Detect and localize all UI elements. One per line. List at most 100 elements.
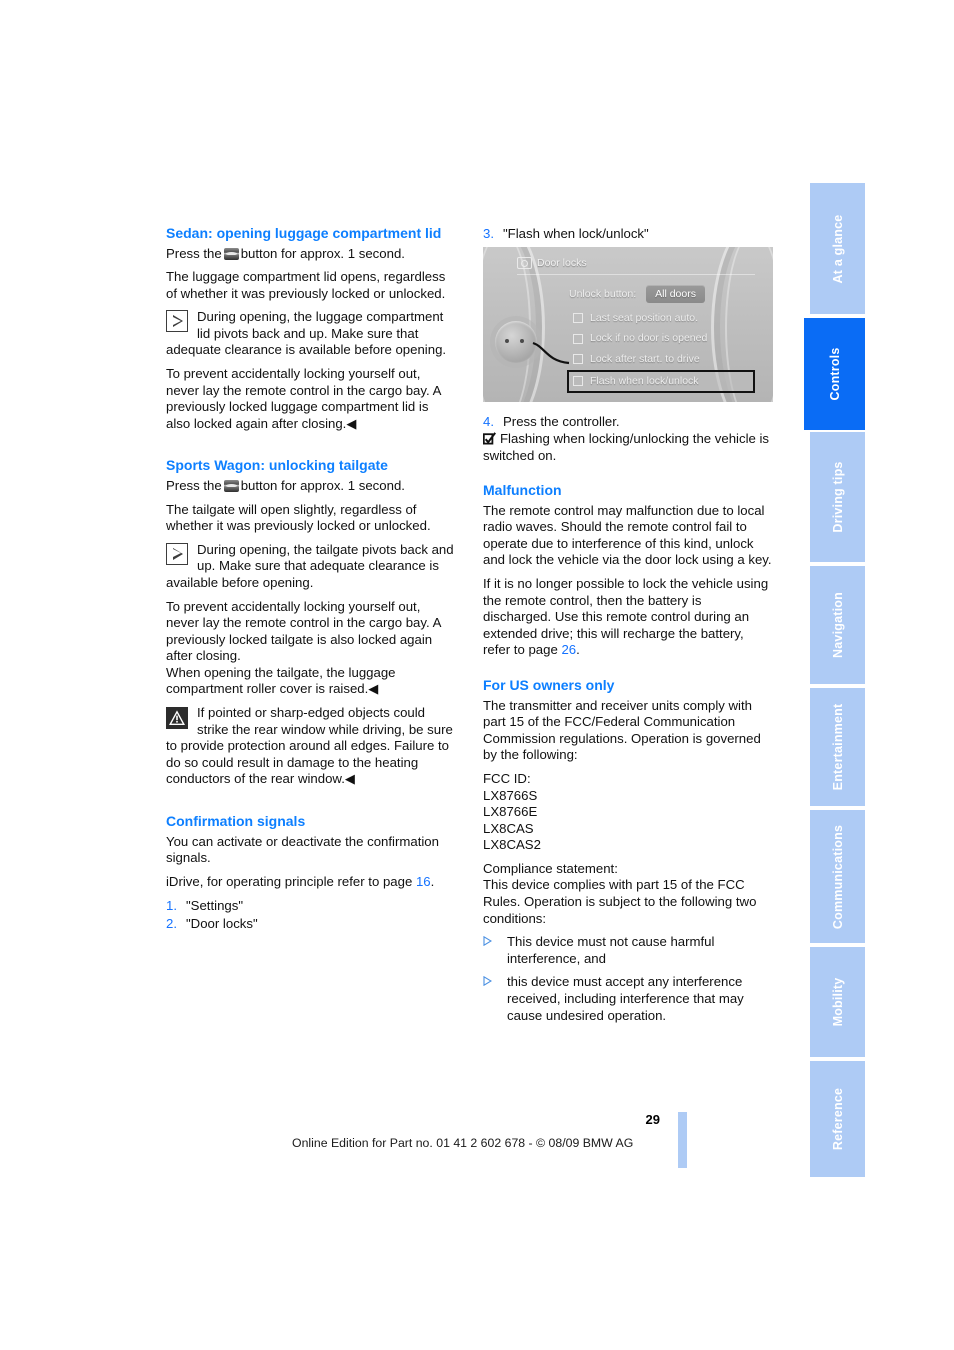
paragraph-prevent-lockout-sedan: To prevent accidentally locking yourself… [166, 366, 441, 431]
checkbox-icon[interactable] [573, 312, 583, 323]
warning-triangle-icon [166, 707, 188, 730]
paragraph-luggage-lid-opens: The luggage compartment lid opens, regar… [166, 269, 446, 301]
section-tab-strip: At a glance Controls Driving tips Naviga… [804, 183, 865, 1179]
tab-label: Navigation [830, 592, 845, 658]
idrive-unlock-value[interactable]: All doors [646, 284, 705, 304]
idrive-ref-after: . [430, 873, 435, 889]
callout-pointer-line [532, 341, 570, 365]
sidebar-tab-navigation[interactable]: Navigation [810, 566, 865, 686]
compliance-label: Compliance statement: [483, 860, 618, 876]
idrive-option-label: Last seat position auto. [590, 311, 698, 324]
manual-page: At a glance Controls Driving tips Naviga… [0, 0, 954, 1350]
paragraph-prevent-lockout-wagon: To prevent accidentally locking yourself… [166, 598, 441, 664]
paragraph-roller-cover: When opening the tailgate, the luggage c… [166, 664, 396, 697]
paragraph-fcc-compliance-intro: The transmitter and receiver units compl… [483, 697, 761, 763]
paragraph-press-button-wagon: Press the button for approx. 1 second. [166, 478, 456, 495]
list-item: 2. "Door locks" [166, 915, 456, 932]
note-triangle-icon [166, 542, 188, 565]
step-text: "Flash when lock/unlock" [503, 226, 649, 241]
paragraph-tailgate-opens: The tailgate will open slightly, regardl… [166, 501, 431, 534]
fcc-id-list: FCC ID: LX8766S LX8766E LX8CAS LX8CAS2 [483, 771, 773, 854]
sidebar-tab-driving-tips[interactable]: Driving tips [810, 432, 865, 564]
page-footer: 29 Online Edition for Part no. 01 41 2 6… [0, 1112, 954, 1182]
heading-sedan-opening-luggage-compartment-lid: Sedan: opening luggage compartment lid [166, 225, 442, 241]
condition-text: This device must not cause harmful inter… [507, 934, 715, 966]
idrive-option-last-seat-position[interactable]: Last seat position auto. [569, 308, 755, 328]
fcc-id-value: LX8766E [483, 804, 538, 820]
idrive-unlock-label: Unlock button: [569, 287, 637, 300]
step-text: "Door locks" [186, 916, 258, 932]
page-number: 29 [645, 1112, 660, 1127]
list-item-step-4: 4. Press the controller. [483, 413, 773, 430]
press-text-before: Press the [166, 245, 222, 261]
door-lock-icon [517, 257, 532, 270]
battery-text-after: . [576, 642, 580, 658]
heading-malfunction: Malfunction [483, 482, 562, 499]
condition-text: this device must accept any interference… [507, 974, 744, 1023]
note-block-sedan: During opening, the luggage compartment … [166, 309, 456, 359]
list-item: 1. "Settings" [166, 897, 456, 914]
idrive-option-lock-if-no-door-opened[interactable]: Lock if no door is opened [569, 329, 755, 349]
note-text: During opening, the tailgate pivots back… [166, 541, 454, 590]
list-item-step-3: 3. "Flash when lock/unlock" [483, 225, 773, 242]
tab-label: Mobility [830, 977, 845, 1027]
note-block-wagon: During opening, the tailgate pivots back… [166, 542, 456, 592]
note-triangle-icon [166, 310, 188, 333]
result-checkmark-icon [483, 432, 496, 445]
warning-text: If pointed or sharp-edged objects could … [166, 705, 453, 787]
idrive-unlock-button-row[interactable]: Unlock button: All doors [569, 284, 755, 304]
idrive-ref-before: iDrive, for operating principle refer to… [166, 873, 413, 889]
sidebar-tab-mobility[interactable]: Mobility [810, 947, 865, 1059]
compliance-statement-block: Compliance statement: This device compli… [483, 861, 773, 927]
note-text: During opening, the luggage compartment … [166, 309, 447, 358]
footer-accent-bar [678, 1112, 687, 1168]
press-text-before: Press the [166, 477, 222, 493]
result-text: Flashing when locking/unlocking the vehi… [483, 431, 770, 463]
paragraph-idrive-reference: iDrive, for operating principle refer to… [166, 874, 456, 891]
step-number: 4. [483, 414, 494, 429]
triangle-bullet-icon [483, 934, 507, 967]
fcc-id-value: LX8CAS2 [483, 837, 541, 853]
fcc-id-value: LX8766S [483, 787, 538, 803]
paragraph-activate-deactivate: You can activate or deactivate the confi… [166, 833, 439, 866]
fcc-id-value: LX8CAS [483, 820, 534, 836]
step-number: 3. [483, 226, 494, 241]
tab-label: Driving tips [830, 461, 845, 533]
tab-label: Controls [827, 347, 842, 401]
press-text-after: button for approx. 1 second. [240, 477, 405, 493]
idrive-option-flash-when-lock-unlock[interactable]: Flash when lock/unlock [567, 369, 755, 393]
step-text: Press the controller. [503, 414, 620, 429]
paragraph-malfunction-battery: If it is no longer possible to lock the … [483, 576, 773, 659]
checkbox-icon[interactable] [573, 333, 583, 344]
compliance-text: This device complies with part 15 of the… [483, 877, 757, 926]
checkbox-icon[interactable] [573, 354, 583, 365]
idrive-option-label: Flash when lock/unlock [590, 374, 699, 387]
idrive-option-rows: Unlock button: All doors Last seat posit… [517, 284, 755, 393]
left-text-column: Sedan: opening luggage compartment lid P… [166, 225, 456, 933]
step-text: "Settings" [186, 898, 244, 914]
list-item-condition-2: this device must accept any interference… [483, 974, 773, 1024]
step-number: 1. [166, 898, 177, 914]
tab-label: At a glance [830, 214, 845, 283]
step-number: 2. [166, 916, 177, 932]
page-reference-link[interactable]: 16 [416, 874, 431, 889]
confirmation-steps-list: 1. "Settings" 2. "Door locks" [166, 897, 456, 932]
heading-sports-wagon-unlocking-tailgate: Sports Wagon: unlocking tailgate [166, 457, 388, 474]
paragraph-malfunction-radio-waves: The remote control may malfunction due t… [483, 502, 772, 568]
idrive-option-label: Lock if no door is opened [590, 332, 708, 345]
sidebar-tab-at-a-glance[interactable]: At a glance [810, 183, 865, 316]
heading-for-us-owners-only: For US owners only [483, 677, 615, 694]
tab-label: Entertainment [830, 703, 845, 791]
list-item-condition-1: This device must not cause harmful inter… [483, 934, 773, 967]
sidebar-tab-controls[interactable]: Controls [804, 318, 865, 430]
checkbox-icon[interactable] [573, 376, 583, 387]
paragraph-result-flashing: Flashing when locking/unlocking the vehi… [483, 431, 773, 464]
idrive-title-label: Door locks [537, 257, 587, 269]
press-text-after: button for approx. 1 second. [240, 245, 405, 261]
idrive-menu-title: Door locks [517, 255, 755, 275]
idrive-option-lock-after-start[interactable]: Lock after start. to drive [569, 349, 755, 369]
sidebar-tab-communications[interactable]: Communications [810, 810, 865, 945]
sidebar-tab-entertainment[interactable]: Entertainment [810, 688, 865, 808]
tailgate-button-icon [223, 479, 239, 492]
page-reference-link[interactable]: 26 [561, 642, 576, 657]
